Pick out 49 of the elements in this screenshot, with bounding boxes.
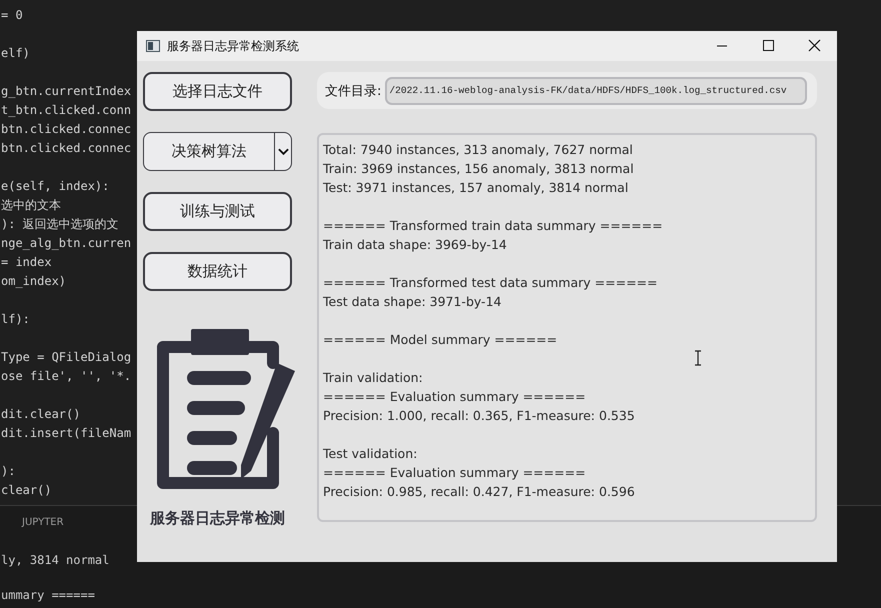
code-line: btn.clicked.connec <box>0 121 132 138</box>
output-line: Train validation: <box>323 369 423 387</box>
output-line: Train: 3969 instances, 156 anomaly, 3813 normal <box>323 160 634 178</box>
code-line: clear() <box>0 482 52 499</box>
code-line: 选中的文本 <box>0 197 61 214</box>
code-line: btn.clicked.connec <box>0 140 132 157</box>
output-line: Precision: 0.985, recall: 0.427, F1-measure: 0.596 <box>323 483 635 501</box>
action-button[interactable]: 数据统计 <box>143 252 292 291</box>
output-line: Precision: 1.000, recall: 0.365, F1-measure: 0.535 <box>323 407 635 425</box>
output-line: ====== Transformed test data summary ====== <box>323 274 658 292</box>
output-line: ====== Model summary ====== <box>323 331 558 349</box>
terminal-line: ly, 3814 normal <box>0 552 110 569</box>
code-line: t_btn.clicked.conn <box>0 102 132 119</box>
code-line: ): <box>0 463 16 480</box>
output-line: ====== Evaluation summary ====== <box>323 464 586 482</box>
code-line: lf): <box>0 311 30 328</box>
code-line: e(self, index): <box>0 178 110 195</box>
algorithm-dropdown[interactable]: 决策树算法 <box>143 132 292 171</box>
window-title: 服务器日志异常检测系统 <box>167 38 299 54</box>
code-line: = index <box>0 254 52 271</box>
code-line: nge_alg_btn.curren <box>0 235 132 252</box>
terminal-line: ummary ====== <box>0 587 95 604</box>
output-line: Total: 7940 instances, 313 anomaly, 7627 normal <box>323 141 633 159</box>
panel-tab[interactable]: JUPYTER <box>22 517 64 528</box>
action-button[interactable]: 训练与测试 <box>143 192 292 231</box>
code-line: ose file', '', '*. <box>0 368 132 385</box>
text-cursor-icon <box>694 350 702 366</box>
app-icon <box>146 40 160 52</box>
output-line: Test data shape: 3971-by-14 <box>323 293 502 311</box>
logo-caption: 服务器日志异常检测 <box>150 509 285 528</box>
code-line: g_btn.currentIndex <box>0 83 132 100</box>
path-label: 文件目录: <box>325 82 382 100</box>
code-line: elf) <box>0 45 30 62</box>
code-line: om_index) <box>0 273 66 290</box>
chevron-down-icon <box>278 148 288 156</box>
action-button[interactable]: 选择日志文件 <box>143 72 292 111</box>
output-line: ====== Evaluation summary ====== <box>323 388 586 406</box>
output-line: ====== Transformed train data summary ====== <box>323 217 663 235</box>
output-text-area[interactable] <box>317 133 817 522</box>
output-line: Test: 3971 instances, 157 anomaly, 3814 normal <box>323 179 628 197</box>
output-line: Test validation: <box>323 445 418 463</box>
code-line: dit.clear() <box>0 406 80 423</box>
dropdown-value: 决策树算法 <box>144 133 275 170</box>
code-line: = 0 <box>0 7 23 24</box>
code-line: ): 返回选中选项的文 <box>0 216 119 233</box>
code-line: Type = QFileDialog <box>0 349 132 366</box>
output-line: Train data shape: 3969-by-14 <box>323 236 507 254</box>
path-field[interactable]: /2022.11.16-weblog-analysis-FK/data/HDFS/HDFS_100k.log_structured.csv <box>385 76 807 104</box>
code-line: dit.insert(fileNam <box>0 425 132 442</box>
